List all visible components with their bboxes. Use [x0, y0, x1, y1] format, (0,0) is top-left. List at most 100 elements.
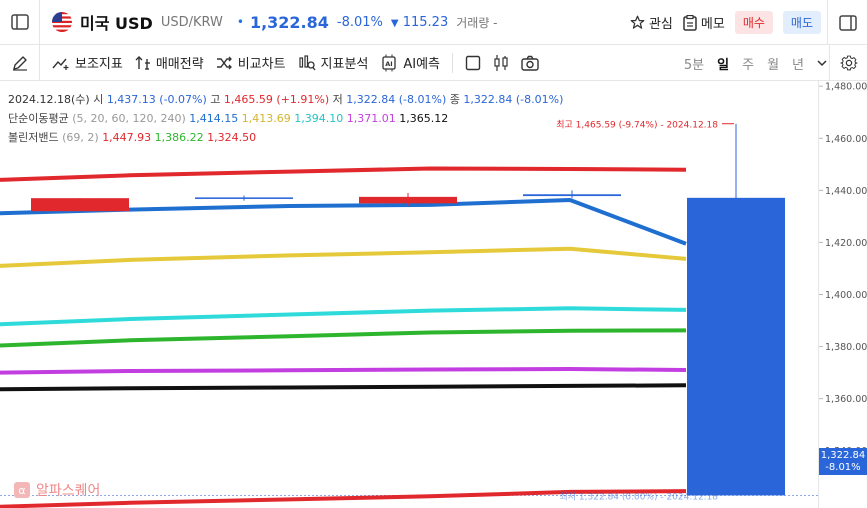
- layout-button[interactable]: [465, 55, 481, 71]
- legend-high-label: 고: [210, 93, 221, 106]
- indicator-plus-icon: [52, 58, 69, 70]
- change-absolute: ▼ 115.23: [391, 15, 448, 30]
- bb-upper-value: 1,447.93: [102, 131, 152, 144]
- sidebar-toggle-icon: [10, 14, 29, 30]
- indicator-analysis-button[interactable]: 지표분석: [298, 53, 369, 72]
- ma240-value: 1,365.12: [399, 112, 449, 125]
- series-line-ma120: [0, 367, 687, 375]
- legend-open-label: 시: [93, 93, 104, 106]
- period-5min[interactable]: 5분: [684, 54, 704, 73]
- memo-button[interactable]: 메모: [683, 13, 725, 32]
- ai-forecast-label: AI예측: [403, 57, 441, 72]
- us-flag-icon: [52, 12, 72, 32]
- bb-lower-value: 1,324.50: [207, 131, 257, 144]
- alphasquare-logo-icon: α: [14, 482, 30, 498]
- instrument-title: 미국 USD: [80, 14, 153, 33]
- buy-button[interactable]: 매수: [734, 11, 773, 34]
- brand-name: 알파스퀘어: [36, 483, 101, 499]
- instrument-header: 미국 USD USD/KRW • 1,322.84 -8.01% ▼ 115.2…: [0, 0, 867, 45]
- change-absolute-value: 115.23: [402, 14, 449, 30]
- down-triangle-icon: ▼: [390, 17, 399, 29]
- change-percent: -8.01%: [336, 14, 383, 30]
- bollinger-legend-label: 볼린저밴드: [8, 131, 59, 144]
- ma-legend-row[interactable]: 단순이동평균 (5, 20, 60, 120, 240) 1,414.15 1,…: [8, 109, 563, 128]
- y-tick-label-4: 1,400.00: [825, 290, 867, 301]
- strategy-label: 매매전략: [155, 57, 204, 72]
- live-dot-icon: •: [236, 15, 244, 29]
- legend-close-label: 종: [449, 93, 460, 106]
- indicators-button[interactable]: 보조지표: [52, 53, 123, 72]
- sidebar-toggle-button[interactable]: [0, 0, 40, 45]
- indicators-label: 보조지표: [75, 57, 123, 72]
- volume-label: 거래량 -: [456, 15, 498, 30]
- indicator-analysis-label: 지표분석: [320, 57, 369, 72]
- ma-legend-label: 단순이동평균: [8, 112, 69, 125]
- legend-close-value: 1,322.84 (-8.01%): [463, 93, 564, 106]
- strategy-button[interactable]: 매매전략: [135, 53, 204, 72]
- candle-body-1: [195, 197, 293, 199]
- y-tick-label-6: 1,360.00: [825, 394, 867, 405]
- candle-body-0: [31, 198, 129, 212]
- current-price-tag-value: 1,322.84: [820, 450, 866, 461]
- period-year[interactable]: 년: [792, 54, 804, 73]
- chart-type-button[interactable]: [493, 54, 509, 72]
- y-tick-label-1: 1,460.00: [825, 134, 867, 145]
- current-price: 1,322.84: [249, 12, 329, 32]
- legend-low-label: 저: [332, 93, 343, 106]
- period-week[interactable]: 주: [742, 54, 754, 73]
- ai-chip-icon: AI: [382, 54, 397, 71]
- series-line-bb_mid: [0, 328, 687, 348]
- chart-app: 미국 USD USD/KRW • 1,322.84 -8.01% ▼ 115.2…: [0, 0, 867, 508]
- right-panel-icon: [838, 14, 857, 31]
- chevron-down-icon[interactable]: [817, 59, 827, 67]
- camera-icon: [521, 55, 539, 71]
- analysis-icon: [298, 54, 316, 70]
- compare-chart-button[interactable]: 비교차트: [216, 53, 286, 72]
- ai-forecast-button[interactable]: AI AI예측: [380, 53, 440, 72]
- legend-low-value: 1,322.84 (-8.01%): [346, 93, 447, 106]
- right-panel-toggle-button[interactable]: [827, 0, 867, 45]
- favorite-button[interactable]: 관심: [630, 13, 673, 32]
- price-axis[interactable]: 1,480.00 1,460.00 1,440.00 1,420.00 1,400.00…: [818, 81, 867, 508]
- current-price-tag-change: -8.01%: [825, 462, 861, 473]
- toolbar-divider: [452, 52, 454, 73]
- memo-icon: [683, 14, 697, 31]
- period-day[interactable]: 일: [717, 54, 729, 73]
- square-icon: [465, 55, 481, 70]
- current-price-tag: 1,322.84 -8.01%: [819, 448, 867, 475]
- bb-mid-value: 1,386.22: [154, 131, 204, 144]
- screenshot-button[interactable]: [521, 55, 539, 71]
- chart-toolbar: 보조지표 매매전략 비교차트 지표분석 AI AI예측 5분 일 주 월 년: [0, 44, 867, 81]
- period-month[interactable]: 월: [767, 54, 779, 73]
- series-line-ma60: [0, 306, 687, 327]
- favorite-label: 관심: [648, 17, 673, 32]
- instrument-symbol: USD/KRW: [160, 14, 223, 30]
- pencil-icon: [12, 55, 27, 71]
- sell-button[interactable]: 매도: [782, 11, 821, 34]
- draw-tool-button[interactable]: [0, 44, 40, 81]
- candle-body-2: [359, 196, 457, 204]
- legend-high-value: 1,465.59 (+1.91%): [223, 93, 330, 106]
- bollinger-legend-row[interactable]: 볼린저밴드 (69, 2) 1,447.93 1,386.22 1,324.50: [8, 128, 563, 147]
- chart-legend: 2024.12.18(수) 시 1,437.13 (-0.07%) 고 1,46…: [8, 90, 563, 147]
- strategy-arrows-icon: [135, 55, 150, 70]
- ma60-value: 1,394.10: [294, 112, 344, 125]
- candle-body-3: [523, 194, 621, 197]
- high-annotation: 최고 1,465.59 (-9.74%) - 2024.12.18: [556, 120, 718, 131]
- series-line-bb_upper: [0, 166, 687, 182]
- memo-label: 메모: [700, 17, 725, 32]
- period-selector: 5분 일 주 월 년: [684, 45, 827, 81]
- legend-date: 2024.12.18(수): [8, 93, 90, 106]
- gear-icon: [840, 55, 857, 71]
- y-tick-label-2: 1,440.00: [825, 186, 867, 197]
- header-actions: 관심 메모 매수 매도: [630, 0, 821, 45]
- ma20-value: 1,413.69: [241, 112, 291, 125]
- brand-logo: α 알파스퀘어: [14, 480, 100, 500]
- shuffle-icon: [216, 56, 232, 69]
- ma-legend-params: (5, 20, 60, 120, 240): [72, 112, 186, 125]
- ohlc-legend-row: 2024.12.18(수) 시 1,437.13 (-0.07%) 고 1,46…: [8, 90, 563, 109]
- y-tick-label-5: 1,380.00: [825, 342, 867, 353]
- settings-button[interactable]: [829, 45, 867, 81]
- candle-body-4: [687, 197, 785, 496]
- y-tick-label-0: 1,480.00: [825, 82, 867, 93]
